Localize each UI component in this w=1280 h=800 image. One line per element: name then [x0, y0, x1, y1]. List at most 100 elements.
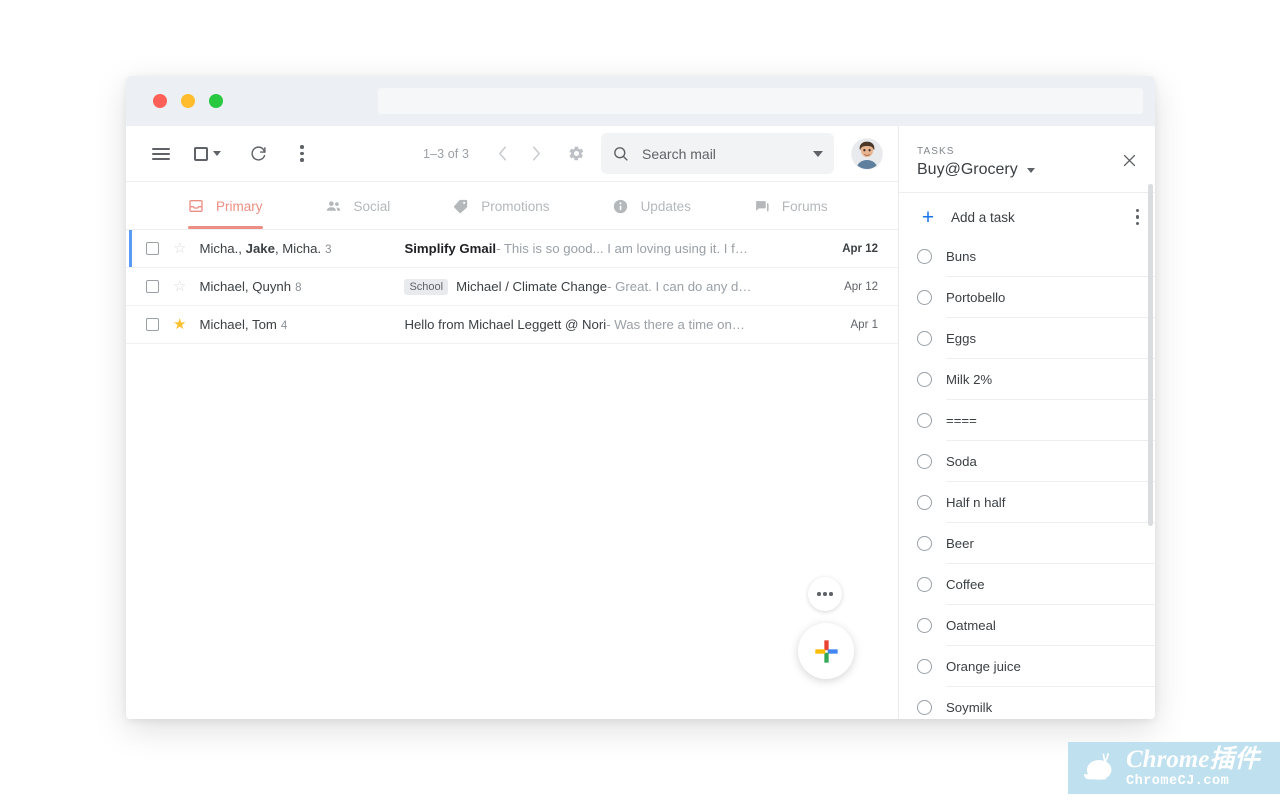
row-selected-indicator: [129, 306, 132, 343]
tasks-more-vertical-icon[interactable]: [1135, 208, 1139, 226]
row-selected-indicator: [129, 268, 132, 305]
row-checkbox[interactable]: [146, 280, 159, 293]
task-checkbox-icon[interactable]: [917, 290, 932, 305]
task-checkbox-icon[interactable]: [917, 372, 932, 387]
email-snippet: - This is so good... I am loving using i…: [496, 241, 748, 256]
more-options-fab[interactable]: [808, 577, 842, 611]
tab-label: Updates: [640, 198, 691, 214]
task-checkbox-icon[interactable]: [917, 413, 932, 428]
email-subject: Simplify Gmail: [404, 241, 497, 256]
task-checkbox-icon[interactable]: [917, 249, 932, 264]
tab-label: Forums: [781, 198, 828, 214]
compose-button[interactable]: [798, 623, 854, 679]
tasks-panel: TASKS Buy@Grocery + Add a task Buns Port…: [898, 126, 1155, 719]
chevron-down-icon: [1026, 167, 1035, 173]
close-icon[interactable]: [1117, 148, 1141, 172]
tab-promotions[interactable]: Promotions: [452, 183, 575, 229]
pagination-count: 1–3 of 3: [423, 146, 469, 161]
email-snippet: - Was there a time on…: [606, 317, 745, 332]
row-checkbox[interactable]: [146, 318, 159, 331]
email-date: Apr 12: [842, 242, 878, 255]
more-horizontal-icon: [823, 592, 827, 596]
task-label: Oatmeal: [946, 605, 1155, 646]
task-checkbox-icon[interactable]: [917, 700, 932, 715]
mail-pane: 1–3 of 3 Search mail Primary Social Prom…: [126, 126, 898, 719]
search-options-chevron-down-icon[interactable]: [813, 150, 823, 157]
traffic-lights: [153, 94, 223, 108]
forum-icon: [753, 198, 770, 215]
search-placeholder: Search mail: [642, 145, 716, 162]
list-item[interactable]: Beer: [899, 523, 1155, 564]
email-subject-cell: Hello from Michael Leggett @ Nori - Was …: [404, 317, 842, 332]
tab-primary[interactable]: Primary: [188, 183, 289, 229]
task-label: Orange juice: [946, 646, 1155, 687]
email-label-chip[interactable]: School: [404, 278, 449, 295]
list-item[interactable]: Half n half: [899, 482, 1155, 523]
tab-forums[interactable]: Forums: [753, 183, 854, 229]
list-item[interactable]: Coffee: [899, 564, 1155, 605]
list-item[interactable]: Soymilk: [899, 687, 1155, 719]
tab-social[interactable]: Social: [325, 183, 417, 229]
refresh-icon[interactable]: [241, 137, 275, 171]
table-row[interactable]: ☆ Micha., Jake, Micha. 3 Simplify Gmail -…: [126, 230, 898, 268]
tab-label: Promotions: [481, 198, 550, 214]
star-icon[interactable]: ☆: [173, 241, 186, 256]
more-horizontal-icon: [817, 592, 821, 596]
task-checkbox-icon[interactable]: [917, 659, 932, 674]
table-row[interactable]: ☆ Michael, Quynh 8 School Michael / Clima…: [126, 268, 898, 306]
table-row[interactable]: ★ Michael, Tom 4 Hello from Michael Legge…: [126, 306, 898, 344]
tab-active-indicator: [452, 226, 549, 229]
task-label: Milk 2%: [946, 359, 1155, 400]
star-icon[interactable]: ★: [173, 317, 186, 332]
list-item[interactable]: Orange juice: [899, 646, 1155, 687]
tasks-scrollbar[interactable]: [1148, 184, 1153, 526]
row-checkbox[interactable]: [146, 242, 159, 255]
tab-label: Social: [353, 198, 391, 214]
list-item[interactable]: Portobello: [899, 277, 1155, 318]
list-item[interactable]: Milk 2%: [899, 359, 1155, 400]
more-vertical-icon[interactable]: [285, 137, 319, 171]
browser-window: 1–3 of 3 Search mail Primary Social Prom…: [126, 76, 1155, 719]
star-icon[interactable]: ☆: [173, 279, 186, 294]
task-label: Portobello: [946, 277, 1155, 318]
plus-icon: +: [921, 205, 935, 229]
tab-active-indicator: [753, 226, 828, 229]
avatar[interactable]: [852, 138, 882, 169]
task-checkbox-icon[interactable]: [917, 536, 932, 551]
chevron-down-icon[interactable]: [213, 151, 221, 156]
list-item[interactable]: Eggs: [899, 318, 1155, 359]
next-page-button[interactable]: [521, 139, 551, 169]
task-checkbox-icon[interactable]: [917, 618, 932, 633]
people-icon: [325, 198, 342, 215]
task-checkbox-icon[interactable]: [917, 577, 932, 592]
previous-page-button[interactable]: [487, 139, 517, 169]
maximize-window-button[interactable]: [209, 94, 223, 108]
search-input[interactable]: Search mail: [601, 133, 834, 174]
list-item[interactable]: Oatmeal: [899, 605, 1155, 646]
task-checkbox-icon[interactable]: [917, 454, 932, 469]
list-item[interactable]: Buns: [899, 236, 1155, 277]
google-plus-icon: [813, 638, 840, 665]
task-label: Coffee: [946, 564, 1155, 605]
add-task-button[interactable]: + Add a task: [899, 193, 1155, 241]
task-checkbox-icon[interactable]: [917, 495, 932, 510]
task-label: Half n half: [946, 482, 1155, 523]
task-checkbox-icon[interactable]: [917, 331, 932, 346]
hamburger-menu-icon[interactable]: [144, 137, 178, 171]
tab-label: Primary: [216, 198, 263, 214]
email-date: Apr 1: [850, 318, 879, 331]
list-item[interactable]: Soda: [899, 441, 1155, 482]
tasks-list-selector[interactable]: Buy@Grocery: [917, 161, 1137, 179]
gear-icon[interactable]: [561, 139, 591, 169]
close-window-button[interactable]: [153, 94, 167, 108]
email-senders: Michael, Tom 4: [199, 317, 288, 332]
tab-active-indicator: [612, 226, 691, 229]
list-item[interactable]: ====: [899, 400, 1155, 441]
select-checkbox-icon[interactable]: [194, 137, 221, 171]
tab-updates[interactable]: Updates: [612, 183, 717, 229]
minimize-window-button[interactable]: [181, 94, 195, 108]
address-bar[interactable]: [378, 88, 1143, 114]
task-label: ====: [946, 400, 1155, 441]
tasks-list-name: Buy@Grocery: [917, 161, 1018, 178]
email-snippet: - Great. I can do any d…: [607, 279, 752, 294]
